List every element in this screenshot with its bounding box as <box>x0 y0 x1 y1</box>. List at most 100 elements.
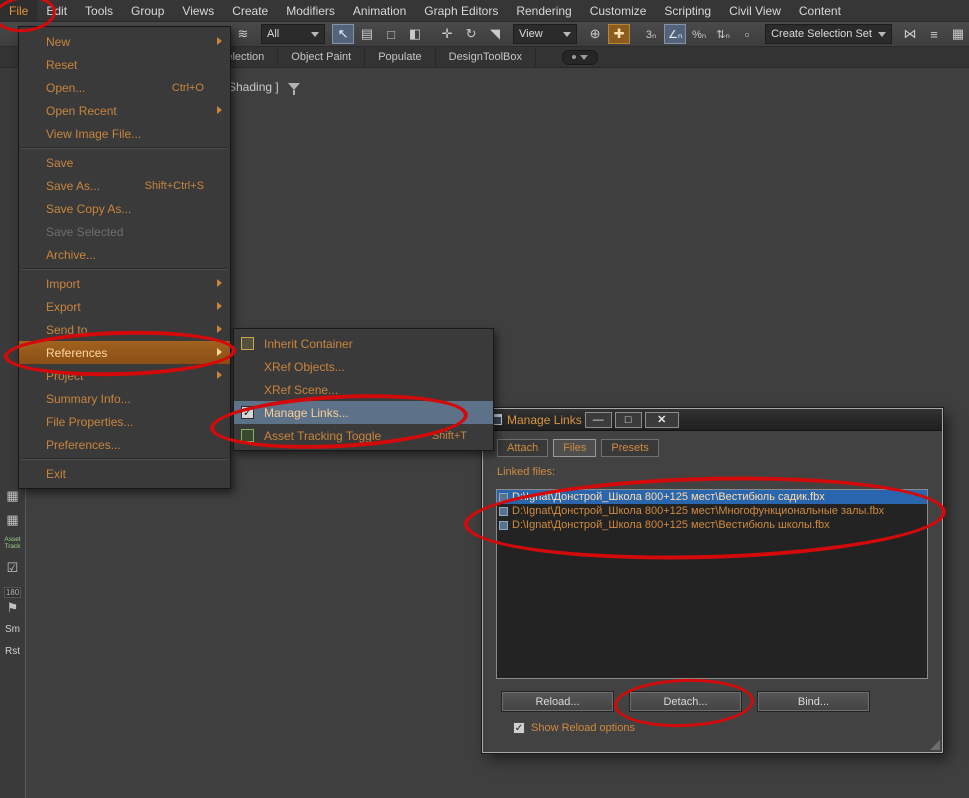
menu-tools[interactable]: Tools <box>76 0 122 21</box>
close-button[interactable]: ✕ <box>644 411 679 428</box>
menu-group[interactable]: Group <box>122 0 173 21</box>
tab-files[interactable]: Files <box>553 439 597 457</box>
pattern-macro-icon[interactable]: ▦ <box>0 512 25 528</box>
menu-file[interactable]: File <box>0 0 38 21</box>
menu-item-import[interactable]: Import <box>19 272 230 295</box>
menu-customize[interactable]: Customize <box>581 0 656 21</box>
list-item-file[interactable]: D:\Ignat\Донстрой_Школа 800+125 мест\Вес… <box>497 518 927 532</box>
menu-civil-view[interactable]: Civil View <box>720 0 790 21</box>
menu-item-manage-links[interactable]: ✓ Manage Links... <box>234 401 493 424</box>
file-menu-dropdown: New Reset Open... Ctrl+O Open Recent Vie… <box>18 26 231 489</box>
menu-item-exit[interactable]: Exit <box>19 462 230 485</box>
use-center-icon[interactable]: ⊕ <box>584 24 606 44</box>
linked-files-list[interactable]: D:\Ignat\Донстрой_Школа 800+125 мест\Вес… <box>496 489 928 679</box>
named-selection-sets-icon[interactable]: ▫ <box>736 24 758 44</box>
menu-item-reset[interactable]: Reset <box>19 53 230 76</box>
percent-snap-icon[interactable]: %ₙ <box>688 24 710 44</box>
show-reload-options-checkbox[interactable]: ✓ <box>513 722 525 734</box>
menu-animation[interactable]: Animation <box>344 0 415 21</box>
select-and-rotate-icon[interactable]: ↻ <box>460 24 482 44</box>
menu-item-xref-objects[interactable]: XRef Objects... <box>234 355 493 378</box>
list-item-file[interactable]: D:\Ignat\Донстрой_Школа 800+125 мест\Вес… <box>497 490 927 504</box>
angle-snap-icon[interactable]: ∠ₙ <box>664 24 687 44</box>
align-icon[interactable]: ≡ <box>923 24 945 44</box>
menu-separator <box>21 268 228 270</box>
flag-macro-icon[interactable]: ⚑ <box>0 600 25 616</box>
menu-item-asset-tracking-toggle[interactable]: Asset Tracking Toggle Shift+T <box>234 424 493 447</box>
menu-scripting[interactable]: Scripting <box>655 0 720 21</box>
select-and-manipulate-icon[interactable]: ✚ <box>608 24 631 44</box>
tab-presets[interactable]: Presets <box>601 439 659 457</box>
tab-attach[interactable]: Attach <box>497 439 549 457</box>
ribbon-tab-designtoolbox[interactable]: DesignToolBox <box>436 48 536 66</box>
menu-item-xref-scene[interactable]: XRef Scene... <box>234 378 493 401</box>
filter-funnel-icon[interactable] <box>288 83 300 95</box>
submenu-arrow-icon <box>217 348 222 356</box>
menu-item-inherit-container[interactable]: Inherit Container <box>234 332 493 355</box>
pattern-macro-icon[interactable]: ▦ <box>0 488 25 504</box>
snap-toggle-icon[interactable]: 3ₙ <box>640 24 662 44</box>
list-item-file[interactable]: D:\Ignat\Донстрой_Школа 800+125 мест\Мно… <box>497 504 927 518</box>
menu-item-references[interactable]: References <box>19 341 230 364</box>
menu-graph-editors[interactable]: Graph Editors <box>415 0 507 21</box>
resize-grip[interactable] <box>930 740 940 750</box>
scene-layers-icon[interactable]: ≋ <box>232 24 254 44</box>
menu-separator <box>21 147 228 149</box>
menu-item-preferences[interactable]: Preferences... <box>19 433 230 456</box>
menu-item-file-properties[interactable]: File Properties... <box>19 410 230 433</box>
mirror-icon[interactable]: ⋈ <box>899 24 921 44</box>
coordinate-system-combo[interactable]: View <box>513 24 578 44</box>
create-selection-set-combo[interactable]: Create Selection Set <box>765 24 892 44</box>
menu-item-new[interactable]: New <box>19 30 230 53</box>
funnel-stem <box>293 90 295 95</box>
menu-item-save[interactable]: Save <box>19 151 230 174</box>
menu-item-save-copy-as[interactable]: Save Copy As... <box>19 197 230 220</box>
menu-item-export[interactable]: Export <box>19 295 230 318</box>
layer-manager-icon[interactable]: ▦ <box>947 24 969 44</box>
macro-rst[interactable]: Rst <box>0 646 25 657</box>
asset-tracking-icon <box>241 429 254 442</box>
create-selection-set-value: Create Selection Set <box>771 28 872 40</box>
ribbon-tab-object-paint[interactable]: Object Paint <box>278 48 366 66</box>
select-and-move-icon[interactable]: ✛ <box>436 24 458 44</box>
macro-180[interactable]: 180 <box>0 582 25 600</box>
region-select-icon[interactable]: □ <box>380 24 402 44</box>
checkbox-checked-icon: ✓ <box>241 406 254 419</box>
select-by-name-icon[interactable]: ▤ <box>356 24 378 44</box>
reload-button[interactable]: Reload... <box>501 691 614 712</box>
menu-rendering[interactable]: Rendering <box>507 0 580 21</box>
viewport-shading-label[interactable]: Shading ] <box>228 80 279 94</box>
menu-item-project[interactable]: Project <box>19 364 230 387</box>
menu-item-save-as[interactable]: Save As... Shift+Ctrl+S <box>19 174 230 197</box>
menu-item-summary-info[interactable]: Summary Info... <box>19 387 230 410</box>
menu-create[interactable]: Create <box>223 0 277 21</box>
linked-files-label: Linked files: <box>497 466 556 478</box>
menu-item-archive[interactable]: Archive... <box>19 243 230 266</box>
dialog-title: Manage Links <box>507 412 582 427</box>
ribbon-tab-populate[interactable]: Populate <box>365 48 436 66</box>
detach-button[interactable]: Detach... <box>629 691 742 712</box>
menu-modifiers[interactable]: Modifiers <box>277 0 344 21</box>
select-object-icon[interactable]: ↖ <box>332 24 355 44</box>
bind-button[interactable]: Bind... <box>757 691 870 712</box>
menu-item-send-to[interactable]: Send to <box>19 318 230 341</box>
asset-track-macro[interactable]: Asset Track <box>0 536 25 550</box>
checkbox-macro-icon[interactable]: ☑ <box>0 560 25 576</box>
menu-edit[interactable]: Edit <box>37 0 76 21</box>
selection-filter-combo[interactable]: All <box>261 24 326 44</box>
window-crossing-icon[interactable]: ◧ <box>404 24 426 44</box>
ribbon-config-dropdown[interactable] <box>562 49 598 65</box>
spinner-snap-icon[interactable]: ⇅ₙ <box>712 24 734 44</box>
maximize-button[interactable]: □ <box>614 411 642 428</box>
dialog-titlebar[interactable]: Manage Links — □ ✕ <box>483 409 942 431</box>
select-and-scale-icon[interactable]: ◥ <box>484 24 506 44</box>
show-reload-options-label: Show Reload options <box>531 722 635 734</box>
menu-content[interactable]: Content <box>790 0 850 21</box>
menu-item-view-image-file[interactable]: View Image File... <box>19 122 230 145</box>
menu-item-open[interactable]: Open... Ctrl+O <box>19 76 230 99</box>
fbx-file-icon <box>499 520 508 530</box>
macro-sm[interactable]: Sm <box>0 624 25 635</box>
menu-item-open-recent[interactable]: Open Recent <box>19 99 230 122</box>
menu-views[interactable]: Views <box>173 0 223 21</box>
minimize-button[interactable]: — <box>584 411 612 428</box>
